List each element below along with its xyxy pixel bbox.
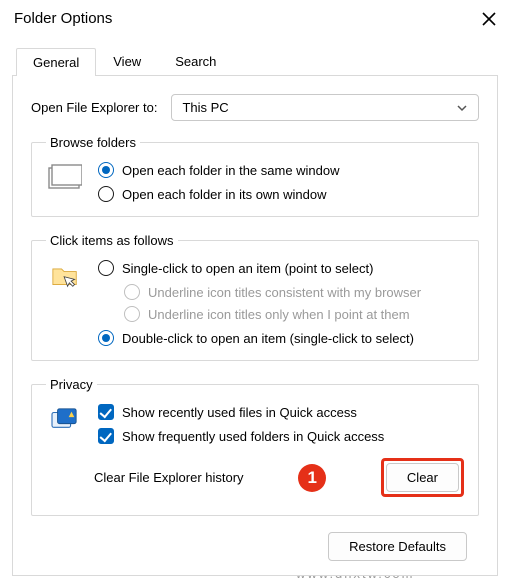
open-explorer-value: This PC [182,100,228,115]
open-explorer-select[interactable]: This PC [171,94,479,121]
restore-defaults-button[interactable]: Restore Defaults [328,532,467,561]
open-explorer-row: Open File Explorer to: This PC [31,94,479,121]
tab-bar: General View Search [16,47,510,75]
group-privacy-legend: Privacy [46,377,97,392]
radio-underline-point: Underline icon titles only when I point … [124,306,464,322]
group-click-legend: Click items as follows [46,233,178,248]
group-privacy: Privacy Show recently used files in Quic… [31,377,479,516]
open-explorer-label: Open File Explorer to: [31,100,157,115]
radio-underline-browser-label: Underline icon titles consistent with my… [148,285,421,300]
group-browse-legend: Browse folders [46,135,140,150]
radio-double-click-label: Double-click to open an item (single-cli… [122,331,414,346]
radio-same-window-label: Open each folder in the same window [122,163,340,178]
check-frequent-folders-label: Show frequently used folders in Quick ac… [122,429,384,444]
radio-own-window-label: Open each folder in its own window [122,187,327,202]
group-browse-folders: Browse folders Open each folder in the s… [31,135,479,217]
tab-panel-general: Open File Explorer to: This PC Browse fo… [12,75,498,576]
radio-underline-browser: Underline icon titles consistent with my… [124,284,464,300]
chevron-down-icon [456,102,468,114]
window-title: Folder Options [14,10,112,27]
group-click-items: Click items as follows Single-click to o… [31,233,479,361]
clear-history-label: Clear File Explorer history [94,470,244,485]
privacy-icon [46,404,84,444]
tab-search[interactable]: Search [158,47,233,75]
folders-icon [46,162,84,202]
tab-view[interactable]: View [96,47,158,75]
annotation-frame-clear: Clear [381,458,464,497]
click-folder-icon [46,260,84,346]
close-icon[interactable] [482,12,496,26]
title-bar: Folder Options [0,0,510,39]
radio-single-click-label: Single-click to open an item (point to s… [122,261,373,276]
radio-double-click[interactable]: Double-click to open an item (single-cli… [98,330,464,346]
check-recent-files-label: Show recently used files in Quick access [122,405,357,420]
radio-single-click[interactable]: Single-click to open an item (point to s… [98,260,464,276]
clear-button[interactable]: Clear [386,463,459,492]
radio-same-window[interactable]: Open each folder in the same window [98,162,464,178]
annotation-badge-1: 1 [298,464,326,492]
tab-general[interactable]: General [16,48,96,76]
radio-underline-point-label: Underline icon titles only when I point … [148,307,410,322]
check-frequent-folders[interactable]: Show frequently used folders in Quick ac… [98,428,464,444]
radio-own-window[interactable]: Open each folder in its own window [98,186,464,202]
check-recent-files[interactable]: Show recently used files in Quick access [98,404,464,420]
